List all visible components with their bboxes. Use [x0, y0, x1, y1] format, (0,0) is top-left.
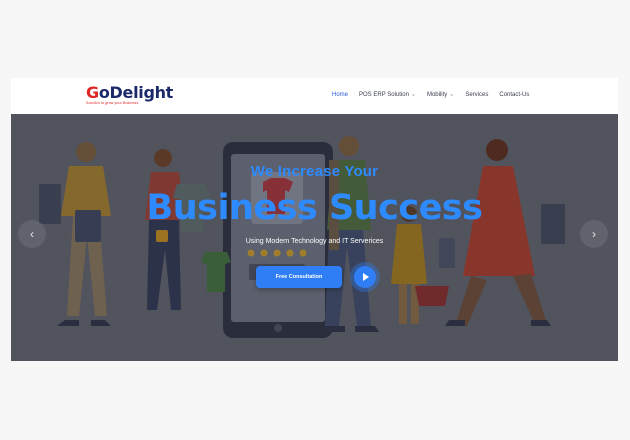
chevron-down-icon: ⌄ [449, 92, 455, 97]
hero-subheading: We Increase Your [250, 163, 379, 180]
chevron-down-icon: ⌄ [410, 92, 416, 97]
nav-item-label: Mobility [426, 91, 448, 98]
nav-item-label: Services [465, 91, 489, 98]
nav-item-mobility[interactable]: Mobility ⌄ [427, 91, 454, 98]
brand-tagline: Solution to grow your Business [86, 101, 139, 105]
nav-item-contact[interactable]: Contact-Us [499, 91, 529, 98]
hero-headline: Business Success [146, 188, 483, 228]
hero-slider: We Increase Your Business Success Using … [11, 114, 618, 361]
nav-item-label: Contact-Us [499, 91, 530, 98]
play-icon [363, 273, 369, 281]
site-frame: GoDelight Solution to grow your Business… [11, 78, 618, 361]
nav-item-label: POS ERP Solution [359, 91, 409, 98]
play-video-button[interactable] [354, 266, 376, 288]
top-navbar: GoDelight Solution to grow your Business… [11, 78, 618, 114]
nav-item-services[interactable]: Services [465, 91, 488, 98]
nav-item-label: Home [332, 91, 349, 98]
chevron-right-icon: › [592, 227, 596, 241]
brand-wordmark: GoDelight [86, 85, 173, 101]
slider-next-button[interactable]: › [580, 220, 608, 248]
brand-wordmark-rest: oDelight [98, 83, 174, 102]
nav-item-pos-erp[interactable]: POS ERP Solution ⌄ [359, 91, 416, 98]
free-consultation-button[interactable]: Free Consultation [256, 266, 342, 288]
brand-wordmark-g: G [86, 83, 99, 102]
hero-tagline: Using Modern Technology and IT Serverice… [245, 238, 384, 245]
main-nav: Home POS ERP Solution ⌄ Mobility ⌄ Service… [332, 91, 540, 98]
slider-prev-button[interactable]: ‹ [18, 220, 46, 248]
nav-item-home[interactable]: Home [332, 91, 348, 98]
brand-logo[interactable]: GoDelight Solution to grow your Business [86, 85, 173, 106]
chevron-left-icon: ‹ [30, 227, 34, 241]
